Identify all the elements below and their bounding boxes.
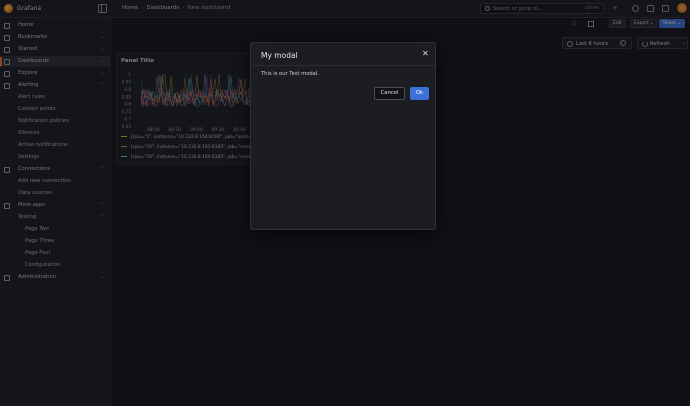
close-icon[interactable]: ✕: [422, 49, 429, 58]
cancel-button[interactable]: Cancel: [374, 87, 405, 100]
modal-divider: [251, 65, 437, 66]
modal-title: My modal: [261, 51, 298, 60]
modal-dialog: My modal ✕ This is our Test modal. Cance…: [250, 42, 437, 230]
ok-button[interactable]: Ok: [410, 87, 429, 100]
modal-body-text: This is our Test modal.: [261, 71, 319, 77]
